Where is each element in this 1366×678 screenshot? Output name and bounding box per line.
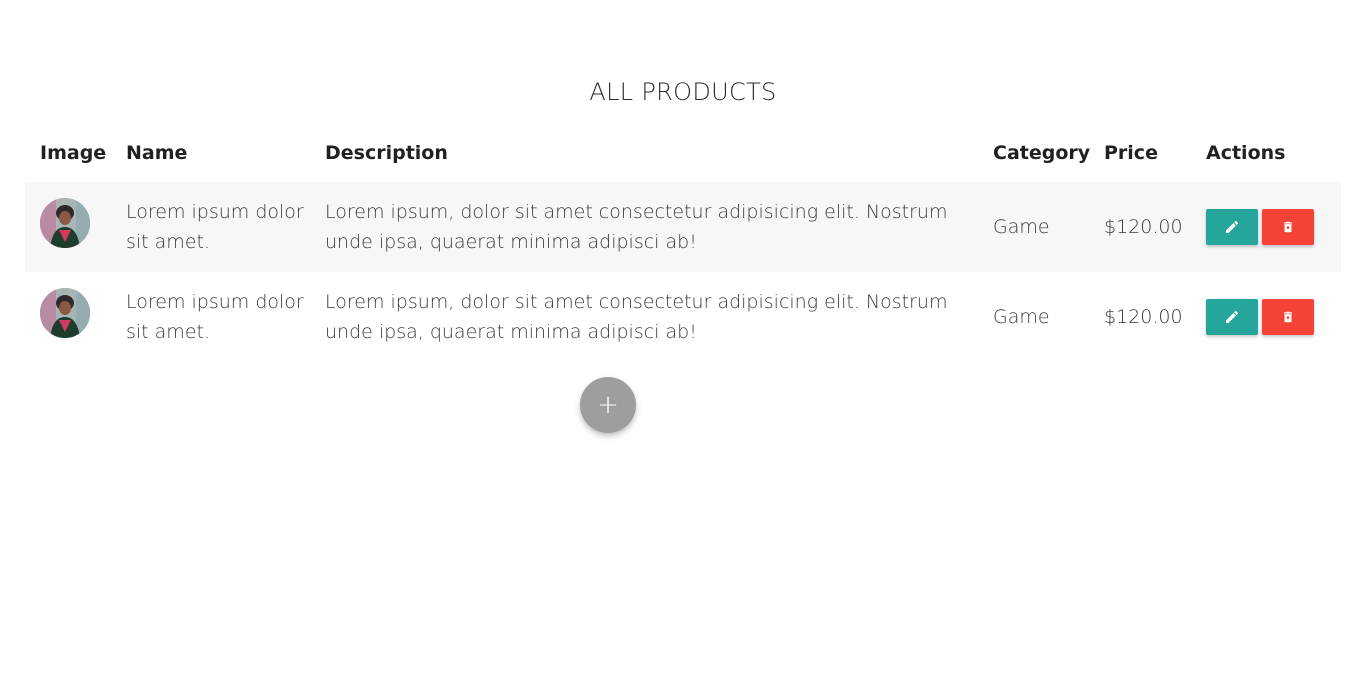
product-image-cell — [40, 288, 90, 338]
trash-icon — [1283, 311, 1293, 323]
table-header: Image Name Description Category Price Ac… — [25, 126, 1341, 182]
header-description: Description — [325, 142, 448, 164]
edit-button[interactable] — [1206, 299, 1258, 335]
trash-icon — [1283, 221, 1293, 233]
product-avatar — [40, 288, 90, 338]
product-description: Lorem ipsum, dolor sit amet consectetur … — [325, 291, 948, 343]
delete-button[interactable] — [1262, 299, 1314, 335]
product-avatar — [40, 198, 90, 248]
product-price: $120.00 — [1104, 216, 1183, 238]
table-row: Lorem ipsum dolor sit amet. Lorem ipsum,… — [25, 272, 1341, 362]
pencil-icon — [1226, 310, 1239, 323]
table-row: Lorem ipsum dolor sit amet. Lorem ipsum,… — [25, 182, 1341, 272]
row-actions — [1206, 299, 1314, 335]
add-product-button[interactable]: + — [580, 377, 636, 433]
header-actions: Actions — [1206, 142, 1286, 164]
page-title: ALL PRODUCTS — [589, 78, 777, 106]
header-category: Category — [993, 142, 1091, 164]
products-page: ALL PRODUCTS Image Name Description Cate… — [0, 0, 1366, 678]
header-name: Name — [126, 142, 188, 164]
row-actions — [1206, 209, 1314, 245]
product-description: Lorem ipsum, dolor sit amet consectetur … — [325, 201, 948, 253]
pencil-icon — [1226, 220, 1239, 233]
product-category: Game — [993, 306, 1050, 328]
product-name: Lorem ipsum dolor sit amet. — [126, 291, 304, 343]
header-image: Image — [40, 142, 107, 164]
product-category: Game — [993, 216, 1050, 238]
product-price: $120.00 — [1104, 306, 1183, 328]
edit-button[interactable] — [1206, 209, 1258, 245]
delete-button[interactable] — [1262, 209, 1314, 245]
plus-icon: + — [597, 390, 619, 420]
product-name: Lorem ipsum dolor sit amet. — [126, 201, 304, 253]
product-image-cell — [40, 198, 90, 248]
products-table: Image Name Description Category Price Ac… — [25, 126, 1341, 362]
header-price: Price — [1104, 142, 1158, 164]
